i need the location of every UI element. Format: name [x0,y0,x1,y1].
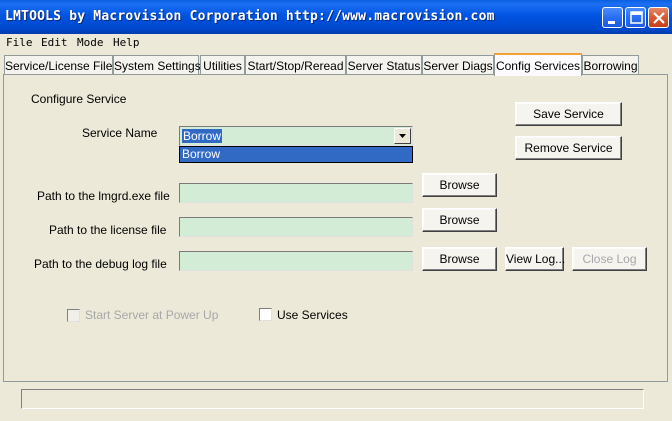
tab-server-status[interactable]: Server Status [346,55,422,75]
menu-edit[interactable]: Edit [41,36,68,49]
start-at-powerup-checkbox [67,309,80,322]
use-services-label[interactable]: Use Services [277,308,348,322]
tab-config-services[interactable]: Config Services [494,53,582,76]
tab-borrowing[interactable]: Borrowing [582,55,639,75]
minimize-icon [608,21,615,24]
maximize-button[interactable] [625,7,646,28]
close-log-button: Close Log [572,247,647,271]
dropdown-option-borrow[interactable]: Borrow [180,147,412,162]
lmgrd-path-label: Path to the lmgrd.exe file [37,189,170,203]
status-bar [21,389,644,409]
browse-lmgrd-button[interactable]: Browse [422,173,497,197]
service-name-dropdown: Borrow [179,146,413,163]
close-icon [653,12,665,24]
combobox-dropdown-button[interactable] [394,128,411,144]
chevron-down-icon [399,134,406,138]
section-title: Configure Service [31,92,127,106]
lmgrd-path-input[interactable] [179,183,413,203]
close-button[interactable] [648,7,669,28]
maximize-icon [630,11,643,24]
tab-strip: Service/License File System Settings Uti… [0,53,672,76]
license-path-input[interactable] [179,217,413,237]
license-path-label: Path to the license file [49,223,167,237]
tab-server-diags[interactable]: Server Diags [422,55,494,75]
view-log-button[interactable]: View Log... [505,247,565,271]
tab-start-stop-reread[interactable]: Start/Stop/Reread [245,55,346,75]
debug-log-path-input[interactable] [179,251,413,271]
service-name-label: Service Name [82,126,158,140]
window-title: LMTOOLS by Macrovision Corporation http:… [5,9,495,24]
tab-utilities[interactable]: Utilities [200,55,245,75]
service-name-combobox[interactable]: Borrow [179,126,413,146]
start-at-powerup-label: Start Server at Power Up [85,308,219,322]
service-name-value: Borrow [182,129,223,143]
browse-license-button[interactable]: Browse [422,208,497,232]
menu-bar: File Edit Mode Help [0,34,672,52]
use-services-checkbox[interactable] [259,308,272,321]
menu-help[interactable]: Help [113,36,140,49]
menu-file[interactable]: File [6,36,33,49]
tab-system-settings[interactable]: System Settings [113,55,201,75]
debug-log-path-label: Path to the debug log file [34,257,167,271]
save-service-button[interactable]: Save Service [515,102,622,126]
title-bar[interactable]: LMTOOLS by Macrovision Corporation http:… [0,0,672,34]
menu-mode[interactable]: Mode [77,36,104,49]
remove-service-button[interactable]: Remove Service [515,136,622,160]
minimize-button[interactable] [602,7,623,28]
tab-service-license-file[interactable]: Service/License File [4,55,113,75]
browse-debug-log-button[interactable]: Browse [422,247,497,271]
